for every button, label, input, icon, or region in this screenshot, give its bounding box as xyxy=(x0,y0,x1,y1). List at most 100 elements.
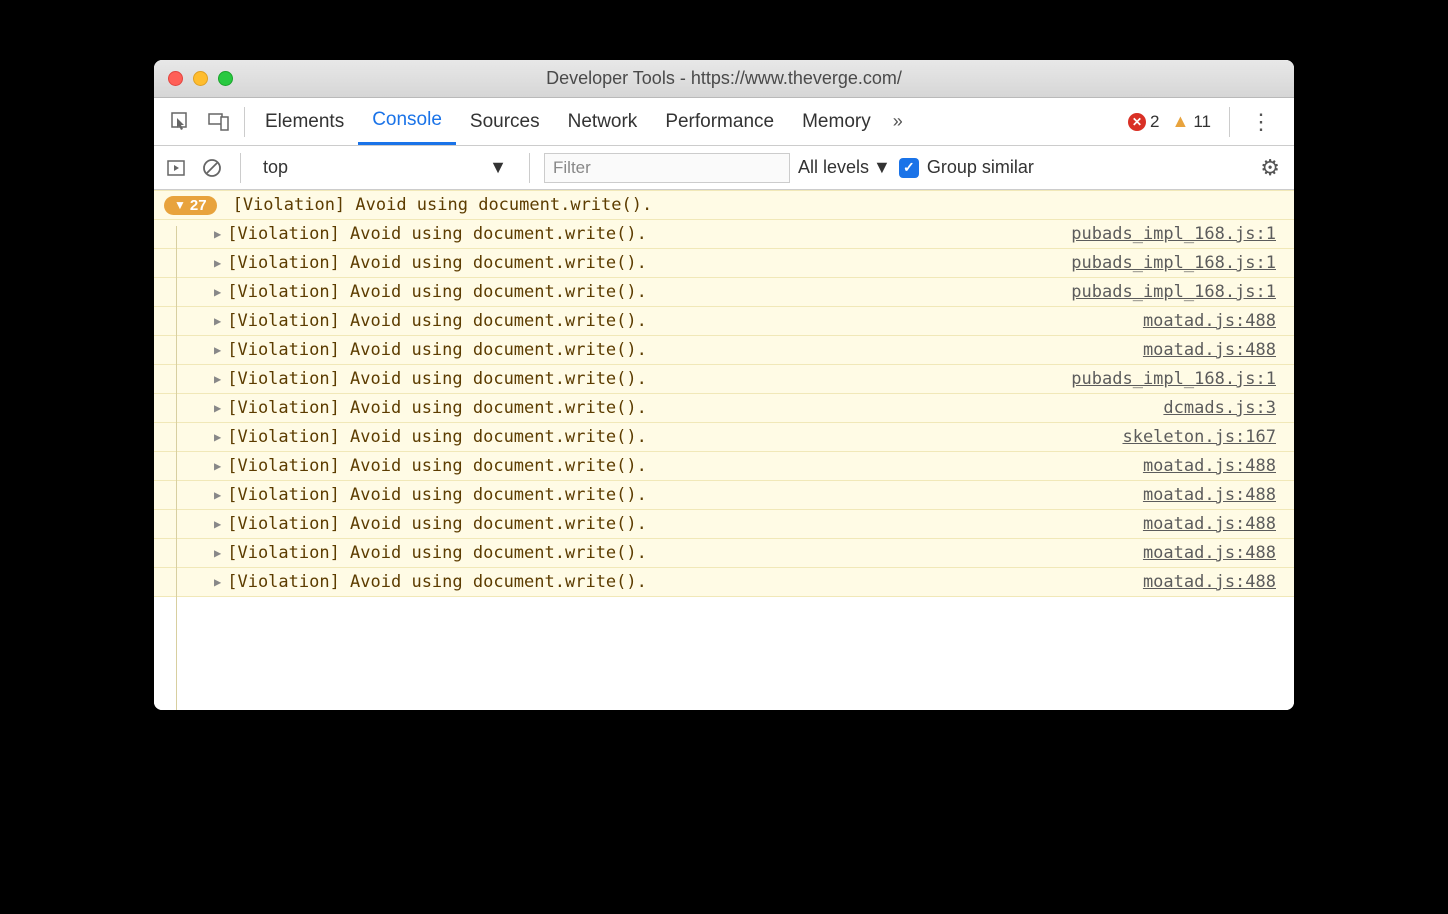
devtools-window: Developer Tools - https://www.theverge.c… xyxy=(154,60,1294,710)
warning-count: 11 xyxy=(1193,112,1211,132)
tab-elements[interactable]: Elements xyxy=(251,98,358,145)
log-message: [Violation] Avoid using document.write()… xyxy=(227,514,647,534)
clear-console-icon[interactable] xyxy=(198,154,226,182)
log-message: [Violation] Avoid using document.write()… xyxy=(227,340,647,360)
triangle-right-icon[interactable]: ▶ xyxy=(214,285,221,299)
log-row[interactable]: ▶ [Violation] Avoid using document.write(… xyxy=(154,481,1294,510)
triangle-right-icon[interactable]: ▶ xyxy=(214,546,221,560)
triangle-right-icon[interactable]: ▶ xyxy=(214,488,221,502)
separator xyxy=(529,153,530,183)
group-similar-label: Group similar xyxy=(927,157,1034,178)
log-source-link[interactable]: pubads_impl_168.js:1 xyxy=(1071,253,1276,273)
tabs: ElementsConsoleSourcesNetworkPerformance… xyxy=(251,98,885,145)
inspect-icon[interactable] xyxy=(162,103,200,141)
log-row[interactable]: ▶ [Violation] Avoid using document.write(… xyxy=(154,278,1294,307)
log-group-header[interactable]: ▼ 27 [Violation] Avoid using document.wr… xyxy=(154,190,1294,220)
log-row[interactable]: ▶ [Violation] Avoid using document.write(… xyxy=(154,539,1294,568)
triangle-right-icon[interactable]: ▶ xyxy=(214,459,221,473)
levels-label: All levels xyxy=(798,157,869,178)
log-source-link[interactable]: moatad.js:488 xyxy=(1143,514,1276,534)
separator xyxy=(240,153,241,183)
log-source-link[interactable]: moatad.js:488 xyxy=(1143,543,1276,563)
warning-icon[interactable]: ▲ xyxy=(1172,111,1190,132)
tab-network[interactable]: Network xyxy=(554,98,652,145)
log-row[interactable]: ▶ [Violation] Avoid using document.write(… xyxy=(154,336,1294,365)
sidebar-toggle-icon[interactable] xyxy=(162,154,190,182)
log-row[interactable]: ▶ [Violation] Avoid using document.write(… xyxy=(154,249,1294,278)
dropdown-icon: ▼ xyxy=(489,157,507,178)
log-message: [Violation] Avoid using document.write()… xyxy=(227,572,647,592)
log-message: [Violation] Avoid using document.write()… xyxy=(227,224,647,244)
log-source-link[interactable]: moatad.js:488 xyxy=(1143,311,1276,331)
triangle-right-icon[interactable]: ▶ xyxy=(214,256,221,270)
tab-memory[interactable]: Memory xyxy=(788,98,885,145)
log-message: [Violation] Avoid using document.write()… xyxy=(227,282,647,302)
filter-input[interactable] xyxy=(544,153,790,183)
console-output: ▼ 27 [Violation] Avoid using document.wr… xyxy=(154,190,1294,710)
log-source-link[interactable]: moatad.js:488 xyxy=(1143,456,1276,476)
tab-performance[interactable]: Performance xyxy=(651,98,788,145)
log-source-link[interactable]: pubads_impl_168.js:1 xyxy=(1071,224,1276,244)
group-count-badge: ▼ 27 xyxy=(164,196,217,215)
dropdown-icon: ▼ xyxy=(873,157,891,178)
triangle-right-icon[interactable]: ▶ xyxy=(214,430,221,444)
separator xyxy=(1229,107,1230,137)
more-menu-icon[interactable]: ⋮ xyxy=(1240,109,1282,135)
log-message: [Violation] Avoid using document.write()… xyxy=(227,398,647,418)
console-toolbar: top ▼ All levels ▼ ✓ Group similar ⚙ xyxy=(154,146,1294,190)
group-summary: [Violation] Avoid using document.write()… xyxy=(233,195,653,215)
zoom-icon[interactable] xyxy=(218,71,233,86)
log-source-link[interactable]: skeleton.js:167 xyxy=(1122,427,1276,447)
error-icon[interactable]: ✕ xyxy=(1128,113,1146,131)
device-toggle-icon[interactable] xyxy=(200,103,238,141)
triangle-right-icon[interactable]: ▶ xyxy=(214,314,221,328)
log-row[interactable]: ▶ [Violation] Avoid using document.write(… xyxy=(154,510,1294,539)
traffic-lights xyxy=(154,71,233,86)
log-message: [Violation] Avoid using document.write()… xyxy=(227,253,647,273)
triangle-right-icon[interactable]: ▶ xyxy=(214,227,221,241)
log-row[interactable]: ▶ [Violation] Avoid using document.write(… xyxy=(154,220,1294,249)
log-source-link[interactable]: pubads_impl_168.js:1 xyxy=(1071,369,1276,389)
log-row[interactable]: ▶ [Violation] Avoid using document.write(… xyxy=(154,365,1294,394)
tabs-overflow-icon[interactable]: » xyxy=(885,111,911,132)
log-message: [Violation] Avoid using document.write()… xyxy=(227,369,647,389)
log-source-link[interactable]: moatad.js:488 xyxy=(1143,340,1276,360)
log-source-link[interactable]: pubads_impl_168.js:1 xyxy=(1071,282,1276,302)
log-message: [Violation] Avoid using document.write()… xyxy=(227,543,647,563)
group-count: 27 xyxy=(190,197,207,214)
triangle-right-icon[interactable]: ▶ xyxy=(214,575,221,589)
tab-bar: ElementsConsoleSourcesNetworkPerformance… xyxy=(154,98,1294,146)
group-similar-checkbox[interactable]: ✓ xyxy=(899,158,919,178)
log-row[interactable]: ▶ [Violation] Avoid using document.write(… xyxy=(154,394,1294,423)
triangle-right-icon[interactable]: ▶ xyxy=(214,372,221,386)
log-message: [Violation] Avoid using document.write()… xyxy=(227,456,647,476)
separator xyxy=(244,107,245,137)
triangle-right-icon[interactable]: ▶ xyxy=(214,343,221,357)
window-title: Developer Tools - https://www.theverge.c… xyxy=(154,68,1294,89)
log-row[interactable]: ▶ [Violation] Avoid using document.write(… xyxy=(154,452,1294,481)
log-message: [Violation] Avoid using document.write()… xyxy=(227,485,647,505)
log-row[interactable]: ▶ [Violation] Avoid using document.write(… xyxy=(154,568,1294,597)
triangle-right-icon[interactable]: ▶ xyxy=(214,401,221,415)
close-icon[interactable] xyxy=(168,71,183,86)
titlebar: Developer Tools - https://www.theverge.c… xyxy=(154,60,1294,98)
log-levels-select[interactable]: All levels ▼ xyxy=(798,157,891,178)
log-source-link[interactable]: dcmads.js:3 xyxy=(1163,398,1276,418)
minimize-icon[interactable] xyxy=(193,71,208,86)
log-source-link[interactable]: moatad.js:488 xyxy=(1143,485,1276,505)
settings-icon[interactable]: ⚙ xyxy=(1260,155,1286,181)
log-message: [Violation] Avoid using document.write()… xyxy=(227,311,647,331)
log-source-link[interactable]: moatad.js:488 xyxy=(1143,572,1276,592)
status-badges: ✕ 2 ▲ 11 ⋮ xyxy=(1128,107,1286,137)
context-select[interactable]: top ▼ xyxy=(255,153,515,183)
log-row[interactable]: ▶ [Violation] Avoid using document.write(… xyxy=(154,307,1294,336)
group-indent-line xyxy=(176,226,177,710)
context-value: top xyxy=(263,157,288,178)
tab-console[interactable]: Console xyxy=(358,98,456,145)
triangle-down-icon: ▼ xyxy=(174,198,186,212)
tab-sources[interactable]: Sources xyxy=(456,98,554,145)
log-message: [Violation] Avoid using document.write()… xyxy=(227,427,647,447)
log-row[interactable]: ▶ [Violation] Avoid using document.write(… xyxy=(154,423,1294,452)
triangle-right-icon[interactable]: ▶ xyxy=(214,517,221,531)
error-count: 2 xyxy=(1150,112,1159,132)
